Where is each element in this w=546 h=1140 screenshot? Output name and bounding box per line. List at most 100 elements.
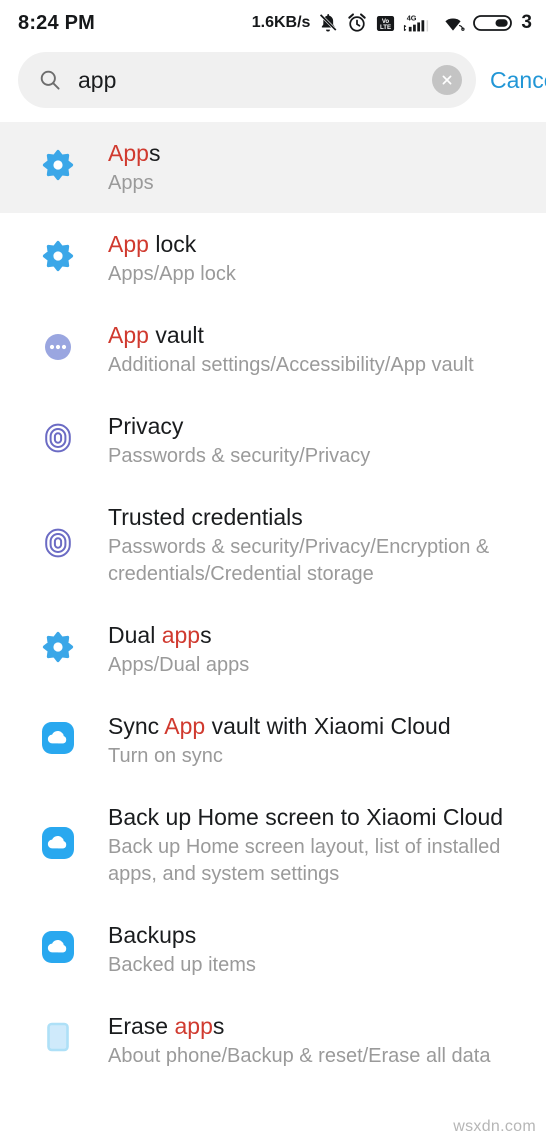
result-icon-wrapper [0, 721, 108, 760]
result-title-text: s [148, 140, 161, 166]
result-text: Sync App vault with Xiaomi Cloud Turn on … [108, 711, 530, 770]
app-vault-icon [42, 331, 74, 368]
privacy-fingerprint-icon [42, 422, 74, 459]
result-title-text: Backups [108, 922, 197, 948]
result-title-text: Privacy [108, 413, 184, 439]
result-subtitle: Passwords & security/Privacy [108, 445, 371, 467]
result-title-text: vault with Xiaomi Cloud [205, 713, 451, 739]
result-subtitle: Apps/Dual apps [108, 654, 250, 676]
result-icon-wrapper [0, 527, 108, 564]
result-subtitle: Apps [108, 172, 154, 194]
result-icon-wrapper [0, 422, 108, 459]
result-title: Trusted credentials [108, 502, 526, 532]
search-result-row[interactable]: Sync App vault with Xiaomi Cloud Turn on … [0, 695, 546, 786]
erase-device-icon [42, 1021, 74, 1060]
search-result-row[interactable]: Apps Apps [0, 122, 546, 213]
result-title: App lock [108, 229, 526, 259]
result-subtitle: Backed up items [108, 954, 256, 976]
svg-text:4G: 4G [407, 13, 417, 22]
xiaomi-cloud-icon [41, 930, 75, 969]
result-title-text: s [212, 1013, 225, 1039]
search-result-row[interactable]: Backups Backed up items [0, 904, 546, 995]
xiaomi-cloud-icon [41, 826, 75, 865]
result-title-text: Sync [108, 713, 165, 739]
result-title: Privacy [108, 411, 526, 441]
status-bar-icons: 1.6KB/s Vo LTE 4G 3 [252, 12, 532, 34]
result-title-text: Trusted credentials [108, 504, 303, 530]
watermark: wsxdn.com [453, 1118, 536, 1135]
result-title-text: Back up Home screen to Xiaomi Cloud [108, 804, 504, 830]
result-icon-wrapper [0, 826, 108, 865]
search-result-row[interactable]: Trusted credentials Passwords & security/… [0, 486, 546, 604]
result-icon-wrapper [0, 331, 108, 368]
result-title-text: lock [148, 231, 197, 257]
result-icon-wrapper [0, 149, 108, 186]
gear-icon [42, 149, 74, 186]
search-result-row[interactable]: App lock Apps/App lock [0, 213, 546, 304]
search-result-row[interactable]: App vault Additional settings/Accessibili… [0, 304, 546, 395]
result-title-text: Dual [108, 622, 162, 648]
gear-icon [42, 631, 74, 668]
xiaomi-cloud-icon [41, 721, 75, 760]
signal-4g-icon: 4G [404, 13, 429, 32]
result-text: Apps Apps [108, 138, 530, 197]
result-title: Dual apps [108, 620, 526, 650]
result-title-match: app [161, 622, 201, 648]
result-text: Back up Home screen to Xiaomi Cloud Back … [108, 802, 530, 888]
result-title-text: vault [148, 322, 204, 348]
battery-percent-label: 3 [521, 12, 532, 33]
result-title: Back up Home screen to Xiaomi Cloud [108, 802, 526, 832]
result-title: Erase apps [108, 1011, 526, 1041]
result-text: Dual apps Apps/Dual apps [108, 620, 530, 679]
result-subtitle: Additional settings/Accessibility/App va… [108, 354, 474, 376]
result-icon-wrapper [0, 631, 108, 668]
result-text: Backups Backed up items [108, 920, 530, 979]
search-result-row[interactable]: Erase apps About phone/Backup & reset/Era… [0, 995, 546, 1086]
network-speed-label: 1.6KB/s [251, 14, 311, 31]
result-title: App vault [108, 320, 526, 350]
search-field[interactable]: app [18, 52, 476, 108]
svg-text:LTE: LTE [380, 24, 391, 31]
result-subtitle: Passwords & security/Privacy/Encryption … [108, 536, 490, 585]
bell-muted-icon [319, 13, 338, 32]
cancel-button[interactable]: Cancel [490, 67, 546, 94]
search-result-row[interactable]: Dual apps Apps/Dual apps [0, 604, 546, 695]
result-subtitle: Turn on sync [108, 745, 223, 767]
result-text: Privacy Passwords & security/Privacy [108, 411, 530, 470]
result-text: Trusted credentials Passwords & security/… [108, 502, 530, 588]
result-title-match: App [108, 322, 149, 348]
result-icon-wrapper [0, 1021, 108, 1060]
result-title: Sync App vault with Xiaomi Cloud [108, 711, 526, 741]
clear-circle-icon[interactable] [432, 65, 462, 95]
status-bar-time: 8:24 PM [18, 11, 95, 34]
result-subtitle: Back up Home screen layout, list of inst… [108, 836, 501, 885]
result-title-text: s [200, 622, 212, 648]
result-text: App lock Apps/App lock [108, 229, 530, 288]
search-result-row[interactable]: Back up Home screen to Xiaomi Cloud Back … [0, 786, 546, 904]
gear-icon [42, 240, 74, 277]
result-title: Backups [108, 920, 526, 950]
result-title-text: Erase [108, 1013, 175, 1039]
result-icon-wrapper [0, 240, 108, 277]
search-bar: app Cancel [0, 46, 546, 122]
search-result-row[interactable]: Privacy Passwords & security/Privacy [0, 395, 546, 486]
result-title-match: App [108, 231, 149, 257]
result-icon-wrapper [0, 930, 108, 969]
volte-icon: Vo LTE [377, 15, 395, 31]
result-title-match: App [164, 713, 206, 739]
search-icon [40, 70, 60, 90]
search-results-list: Apps Apps App lock Apps/App lock App vault Ad… [0, 122, 546, 1086]
result-subtitle: About phone/Backup & reset/Erase all dat… [108, 1045, 491, 1067]
result-text: App vault Additional settings/Accessibili… [108, 320, 530, 379]
result-subtitle: Apps/App lock [108, 263, 236, 285]
search-input[interactable]: app [78, 69, 432, 92]
alarm-clock-icon [348, 13, 367, 32]
status-bar: 8:24 PM 1.6KB/s Vo LTE 4G 3 [0, 0, 546, 46]
result-title: Apps [108, 138, 526, 168]
result-title-match: App [108, 140, 149, 166]
wifi-icon [445, 18, 465, 31]
result-text: Erase apps About phone/Backup & reset/Era… [108, 1011, 530, 1070]
trusted-credentials-icon [42, 527, 74, 564]
battery-icon [473, 15, 513, 31]
result-title-match: app [174, 1013, 213, 1039]
